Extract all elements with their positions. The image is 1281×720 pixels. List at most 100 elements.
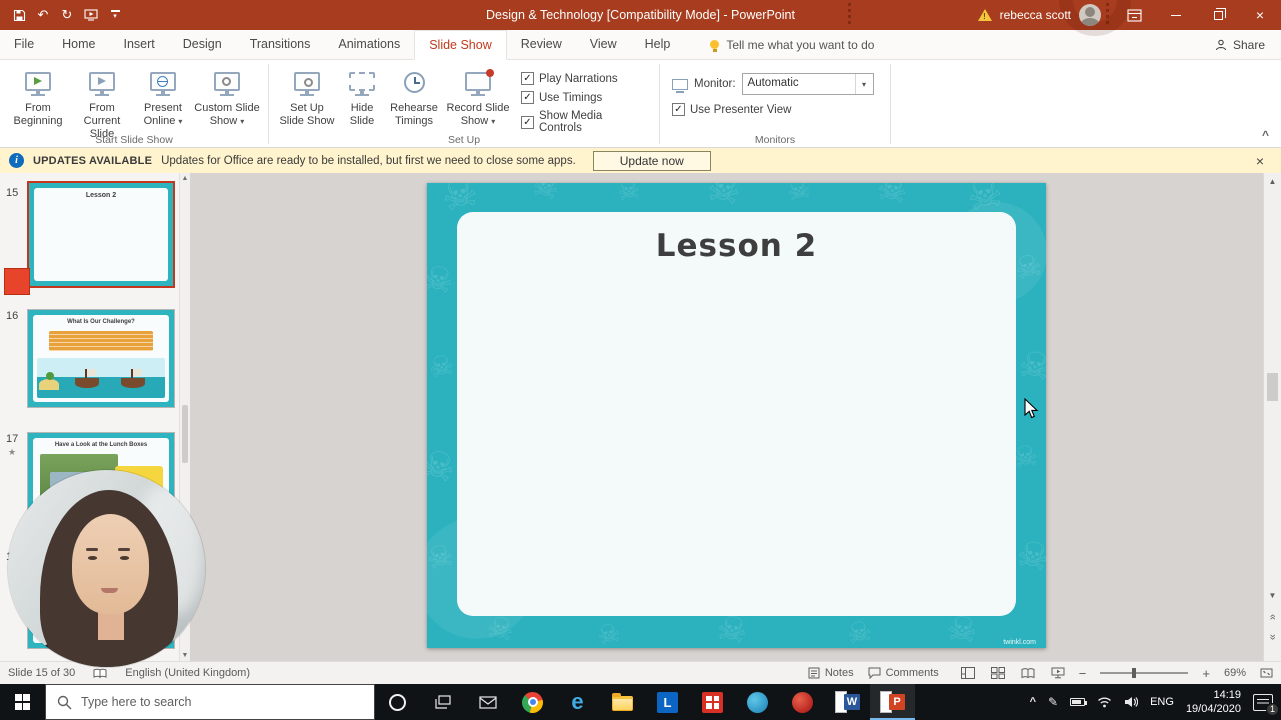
task-view-button[interactable]	[420, 684, 465, 720]
group-label: Set Up	[447, 134, 481, 146]
skull-pattern-icon: ☠	[703, 183, 745, 214]
tell-me-box[interactable]: Tell me what you want to do	[710, 30, 874, 59]
edge-app-icon[interactable]: e	[555, 684, 600, 720]
play-narrations-checkbox[interactable]: ✓ Play Narrations	[521, 72, 643, 85]
taskbar-clock[interactable]: 14:19 19/04/2020	[1186, 688, 1241, 717]
normal-view-icon[interactable]	[960, 667, 975, 679]
tab-help[interactable]: Help	[631, 30, 685, 59]
rehearse-timings-button[interactable]: Rehearse Timings	[385, 63, 443, 128]
skull-pattern-icon: ☠	[844, 615, 875, 648]
account-area[interactable]: ! rebecca scott	[966, 4, 1113, 26]
slide-sorter-icon[interactable]	[990, 667, 1005, 679]
ribbon-display-options-icon[interactable]	[1113, 0, 1155, 30]
slide-count-indicator: Slide 15 of 30	[8, 667, 76, 679]
battery-icon[interactable]	[1070, 698, 1088, 706]
chrome-app-icon[interactable]	[510, 684, 555, 720]
tab-slide-show[interactable]: Slide Show	[414, 30, 507, 60]
tab-insert[interactable]: Insert	[110, 30, 169, 59]
start-from-beginning-icon[interactable]	[84, 7, 98, 23]
share-button[interactable]: Share	[1215, 30, 1281, 59]
ribbon-tab-row: File Home Insert Design Transitions Anim…	[0, 30, 1281, 60]
scroll-up-icon[interactable]: ▲	[180, 175, 190, 182]
minimize-button[interactable]	[1155, 0, 1197, 30]
fit-to-window-icon[interactable]	[1260, 667, 1273, 679]
show-media-controls-checkbox[interactable]: ✓ Show Media Controls	[521, 110, 643, 134]
scroll-down-icon[interactable]: ▼	[1264, 591, 1281, 600]
tab-design[interactable]: Design	[169, 30, 236, 59]
set-up-slide-show-button[interactable]: Set Up Slide Show	[275, 63, 339, 128]
slide-content-box[interactable]: Lesson 2	[457, 212, 1016, 616]
search-icon	[57, 695, 72, 709]
spell-check-icon[interactable]	[93, 668, 107, 679]
tab-file[interactable]: File	[0, 30, 48, 59]
close-notification-icon[interactable]: ×	[1248, 153, 1272, 169]
update-now-button[interactable]: Update now	[592, 150, 711, 171]
restore-button[interactable]	[1197, 0, 1239, 30]
slide-title[interactable]: Lesson 2	[457, 228, 1016, 264]
file-explorer-app-icon[interactable]	[600, 684, 645, 720]
start-button[interactable]	[0, 684, 45, 720]
notes-button[interactable]: Notes	[808, 667, 854, 679]
language-indicator[interactable]: English (United Kingdom)	[125, 667, 250, 679]
redo-icon[interactable]: ↻	[60, 7, 74, 23]
dropdown-arrow-icon: ▾	[491, 116, 496, 126]
zoom-level[interactable]: 69%	[1224, 667, 1246, 679]
cortana-button[interactable]	[375, 684, 420, 720]
zoom-slider[interactable]	[1100, 668, 1189, 678]
tab-animations[interactable]: Animations	[324, 30, 414, 59]
word-app-icon[interactable]: W	[825, 684, 870, 720]
use-presenter-view-checkbox[interactable]: ✓ Use Presenter View	[672, 103, 874, 116]
hidden-icons-chevron[interactable]: ^	[1030, 696, 1036, 708]
tab-review[interactable]: Review	[507, 30, 576, 59]
from-beginning-button[interactable]: From Beginning	[6, 63, 70, 128]
custom-slide-show-button[interactable]: Custom Slide Show ▾	[192, 63, 262, 128]
lightbulb-icon	[710, 40, 720, 52]
save-icon[interactable]	[12, 7, 26, 23]
tab-view[interactable]: View	[576, 30, 631, 59]
mail-app-icon[interactable]	[465, 684, 510, 720]
vertical-scrollbar[interactable]: ▲ ▼ « »	[1263, 173, 1281, 661]
action-center-icon[interactable]: 1	[1253, 693, 1279, 716]
slide-thumbnail-16[interactable]: What Is Our Challenge?	[27, 309, 175, 408]
record-slide-show-button[interactable]: Record Slide Show ▾	[443, 63, 513, 128]
teal-circle-app-icon[interactable]	[735, 684, 780, 720]
avatar[interactable]	[1079, 4, 1101, 26]
wifi-icon[interactable]	[1097, 696, 1112, 708]
zoom-out-icon[interactable]: −	[1079, 666, 1087, 681]
scrollbar-thumb[interactable]	[182, 405, 188, 463]
collapse-ribbon-icon[interactable]: ^	[1262, 128, 1269, 142]
taskbar-search[interactable]	[45, 684, 375, 720]
reading-view-icon[interactable]	[1021, 667, 1035, 679]
customize-quick-access-icon[interactable]: ▾	[108, 7, 122, 23]
pen-icon[interactable]: ✎	[1048, 695, 1058, 709]
notification-count-badge: 1	[1266, 702, 1279, 716]
slideshow-view-icon[interactable]	[1051, 667, 1065, 679]
monitor-dropdown[interactable]: Automatic ▾	[741, 73, 874, 95]
next-slide-icon[interactable]: »	[1267, 629, 1279, 646]
tab-home[interactable]: Home	[48, 30, 109, 59]
zoom-slider-thumb[interactable]	[1132, 668, 1137, 678]
present-online-button[interactable]: Present Online ▾	[134, 63, 192, 128]
undo-icon[interactable]: ↶	[36, 7, 50, 23]
slide-canvas[interactable]: ☠ ☠ ☠ ☠ ☠ ☠ ☠ ☠ ☠ ☠ ☠ ☠ ☠ ☠ ☠ ☠ ☠ ☠ ☠ ☠ …	[427, 183, 1046, 648]
from-current-slide-button[interactable]: From Current Slide	[70, 63, 134, 142]
close-button[interactable]: ×	[1239, 0, 1281, 30]
previous-slide-icon[interactable]: «	[1267, 609, 1279, 626]
speaker-icon[interactable]	[1124, 696, 1139, 708]
use-timings-checkbox[interactable]: ✓ Use Timings	[521, 91, 643, 104]
system-tray: ^ ✎ ENG 14:19 19/04/2020 1	[1030, 684, 1281, 720]
comments-button[interactable]: Comments	[868, 667, 939, 679]
tab-transitions[interactable]: Transitions	[236, 30, 325, 59]
language-code[interactable]: ENG	[1150, 696, 1174, 708]
hide-slide-button[interactable]: Hide Slide	[339, 63, 385, 128]
powerpoint-app-icon[interactable]: P	[870, 684, 915, 720]
red-grid-app-icon[interactable]	[690, 684, 735, 720]
search-input[interactable]	[81, 695, 363, 709]
blue-l-app-icon[interactable]: L	[645, 684, 690, 720]
skull-pattern-icon: ☠	[427, 258, 458, 302]
scrollbar-thumb[interactable]	[1267, 373, 1278, 401]
slide-thumbnail-15[interactable]: Lesson 2	[27, 181, 175, 288]
red-circle-app-icon[interactable]	[780, 684, 825, 720]
scroll-up-icon[interactable]: ▲	[1264, 177, 1281, 186]
zoom-in-icon[interactable]: +	[1202, 666, 1210, 681]
